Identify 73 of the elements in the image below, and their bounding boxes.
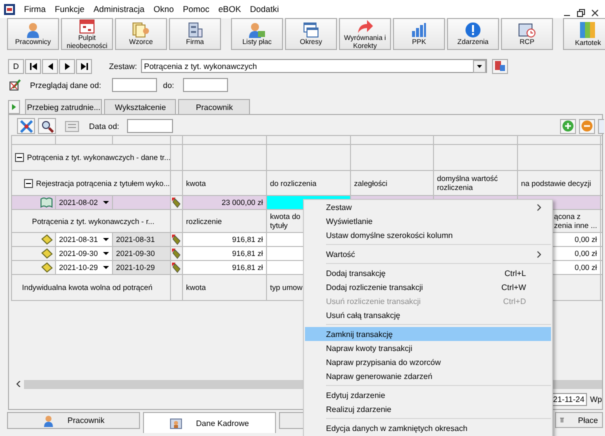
person-money-icon <box>248 22 266 38</box>
next-icon <box>64 62 70 70</box>
tab[interactable]: Dane Kadrowe <box>143 412 276 433</box>
nav-button[interactable] <box>76 58 92 74</box>
date-to-label: do: <box>163 80 175 90</box>
date-field[interactable]: 21-11-24 <box>551 392 587 406</box>
play-icon <box>12 104 16 110</box>
windows-icon <box>303 22 319 38</box>
person-icon <box>42 414 54 426</box>
menu-item[interactable]: Zamknij transakcję <box>305 327 551 341</box>
remove-button[interactable] <box>579 118 595 134</box>
field-label: Wp <box>590 394 602 404</box>
tools-icon <box>20 120 32 132</box>
info-icon <box>465 22 481 38</box>
pencil-icon[interactable] <box>9 79 21 91</box>
building-icon <box>187 22 203 38</box>
date-to-field[interactable] <box>183 78 228 92</box>
menu-item[interactable]: Napraw przypisania do wzorców <box>305 355 551 369</box>
restore-icon[interactable] <box>577 9 585 17</box>
search-button[interactable] <box>38 118 56 134</box>
menu-item[interactable]: Firma <box>24 4 46 14</box>
collapse-icon[interactable] <box>15 153 24 162</box>
date-from-field[interactable] <box>127 119 174 133</box>
date-range-label: Przeglądaj dane od: <box>30 80 102 90</box>
search-icon <box>40 120 54 132</box>
first-icon <box>30 62 36 70</box>
filter-settings-button[interactable] <box>492 58 508 74</box>
binders-icon <box>579 20 597 38</box>
trash-icon <box>560 415 564 425</box>
menu-item[interactable]: Pomoc <box>182 4 210 14</box>
minus-icon <box>581 120 593 132</box>
clock-calendar-icon <box>518 22 536 38</box>
menu-item[interactable]: Dodatki <box>250 4 279 14</box>
documents-icon <box>132 22 150 38</box>
zestaw-label: Zestaw: <box>109 62 138 70</box>
nav-button[interactable] <box>25 58 41 74</box>
menu-item[interactable]: Administracja <box>94 4 145 14</box>
collapse-icon[interactable] <box>24 178 33 188</box>
scroll-left-icon <box>16 381 21 387</box>
menu-item[interactable]: Usuń całą transakcję <box>305 308 551 322</box>
previous-icon <box>48 62 52 70</box>
nav-button[interactable]: D <box>8 58 24 74</box>
menu-item[interactable]: Okno <box>154 4 174 14</box>
tab[interactable]: Wykształcenie <box>104 99 176 114</box>
person-icon <box>26 22 40 38</box>
binders-icon <box>494 60 506 72</box>
plus-icon <box>562 120 574 132</box>
bar-chart-icon <box>411 22 427 38</box>
payroll-button[interactable]: Płace <box>555 412 603 428</box>
tab[interactable]: Pracownik <box>7 412 140 429</box>
book-icon <box>40 197 53 208</box>
menu-item[interactable]: Edycja danych w zamkniętych okresach <box>305 421 551 435</box>
arrow-icon <box>356 18 374 34</box>
date-from-field[interactable] <box>112 78 157 92</box>
zestaw-dropdown[interactable]: Potrącenia z tyt. wykonawczych <box>141 59 487 73</box>
date-from-label: Data od: <box>89 122 120 130</box>
expand-button[interactable] <box>8 100 20 114</box>
app-icon[interactable] <box>4 4 15 14</box>
menu-item[interactable]: Napraw generowanie zdarzeń <box>305 369 551 383</box>
menu-item[interactable]: Funkcje <box>54 4 84 14</box>
menu-item[interactable]: eBOK <box>218 4 242 14</box>
last-icon <box>80 62 88 70</box>
menu-item[interactable]: Realizuj zdarzenie <box>305 402 551 416</box>
add-button[interactable] <box>560 118 576 134</box>
folder-person-icon <box>170 417 182 429</box>
nav-button[interactable] <box>42 58 58 74</box>
tab[interactable]: Pracownik <box>178 99 250 114</box>
nav-button[interactable] <box>59 58 75 74</box>
menu-item[interactable]: Edytuj zdarzenie <box>305 388 551 402</box>
menu-item[interactable]: Napraw kwoty transakcji <box>305 341 551 355</box>
close-icon[interactable] <box>591 9 599 17</box>
tab[interactable]: Przebieg zatrudnie... <box>25 99 102 114</box>
tools-button[interactable] <box>17 118 35 134</box>
